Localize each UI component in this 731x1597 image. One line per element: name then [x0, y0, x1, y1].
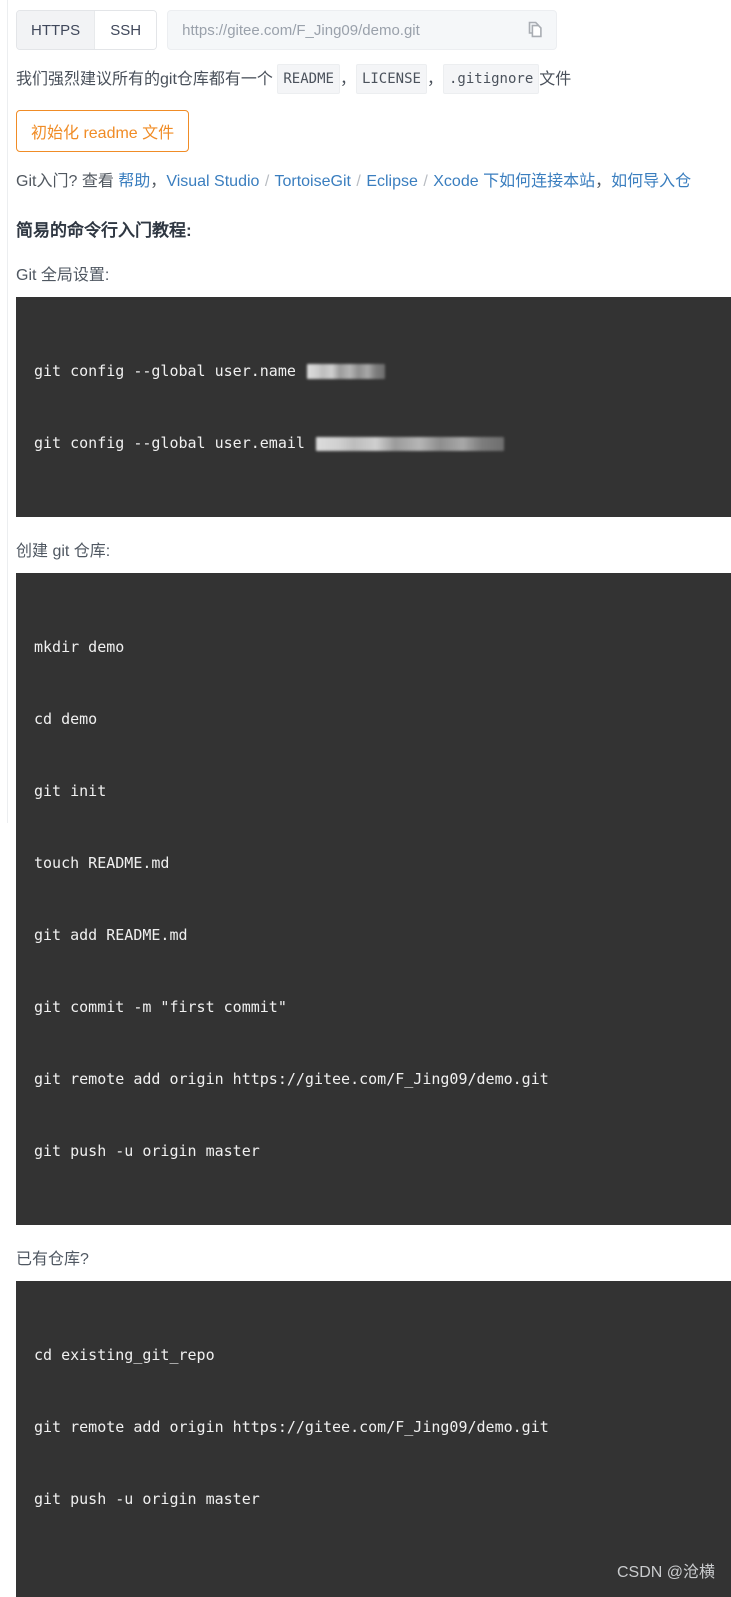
- code-line: mkdir demo: [34, 638, 125, 656]
- link-xcode[interactable]: Xcode: [433, 173, 478, 190]
- code-line: cd demo: [34, 710, 98, 728]
- code-line: git push -u origin master: [34, 1490, 260, 1508]
- code-block-existing-repo[interactable]: cd existing_git_repo git remote add orig…: [16, 1281, 731, 1597]
- redacted-email: [315, 436, 504, 451]
- section-label-global-settings: Git 全局设置:: [16, 267, 110, 284]
- link-tortoisegit[interactable]: TortoiseGit: [274, 173, 350, 190]
- intro-sep-3: /: [423, 173, 428, 190]
- code-text: git config --global user.email: [34, 434, 314, 452]
- intro-comma: ，: [150, 173, 167, 190]
- advisory-prefix: 我们强烈建议所有的git仓库都有一个: [16, 71, 273, 88]
- code-line: touch README.md: [34, 854, 170, 872]
- advisory-comma-2: ，: [426, 71, 443, 88]
- code-line: git remote add origin https://gitee.com/…: [34, 1418, 549, 1436]
- intro-sep-1: /: [264, 173, 270, 190]
- chip-readme: README: [277, 64, 340, 94]
- intro-view: 查看: [81, 173, 114, 190]
- link-eclipse[interactable]: Eclipse: [366, 173, 418, 190]
- help-link[interactable]: 帮助: [118, 173, 150, 190]
- watermark: CSDN @沧横: [616, 1564, 715, 1581]
- protocol-tab-https[interactable]: HTTPS: [17, 11, 95, 49]
- repo-file-advisory: 我们强烈建议所有的git仓库都有一个 README， LICENSE， .gitig…: [16, 64, 731, 94]
- import-repo-link[interactable]: 如何导入仓: [611, 173, 691, 190]
- code-line: git remote add origin https://gitee.com/…: [34, 1070, 549, 1088]
- clone-url-value: https://gitee.com/F_Jing09/demo.git: [182, 21, 420, 39]
- code-line: cd existing_git_repo: [34, 1346, 215, 1364]
- code-block-create-repo[interactable]: mkdir demo cd demo git init touch README…: [16, 573, 731, 1225]
- section-label-create-repo: 创建 git 仓库:: [16, 543, 111, 560]
- code-line: git config --global user.name: [34, 359, 715, 383]
- code-block-global-settings[interactable]: git config --global user.name git config…: [16, 297, 731, 517]
- code-line: git commit -m "first commit": [34, 998, 287, 1016]
- copy-icon[interactable]: [526, 20, 546, 40]
- page-title: 简易的命令行入门教程:: [16, 221, 192, 240]
- git-intro-line: Git入门? 查看 帮助，Visual Studio / TortoiseGit…: [16, 170, 731, 194]
- repo-clone-help-page: HTTPS SSH https://gitee.com/F_Jing09/dem…: [0, 0, 731, 1597]
- intro-tail-comma: ，: [595, 173, 612, 190]
- clone-bar: HTTPS SSH https://gitee.com/F_Jing09/dem…: [0, 0, 731, 50]
- code-line: git config --global user.email: [34, 431, 715, 455]
- code-line: git push -u origin master: [34, 1142, 260, 1160]
- chip-gitignore: .gitignore: [442, 64, 540, 94]
- section-label-existing-repo: 已有仓库?: [16, 1251, 89, 1268]
- intro-sep-2: /: [356, 173, 361, 190]
- advisory-suffix: 文件: [539, 71, 572, 88]
- connect-site-link[interactable]: 下如何连接本站: [483, 173, 595, 190]
- protocol-tab-ssh[interactable]: SSH: [94, 11, 157, 49]
- init-readme-button[interactable]: 初始化 readme 文件: [16, 110, 190, 152]
- clone-url-field[interactable]: https://gitee.com/F_Jing09/demo.git: [167, 10, 558, 50]
- link-visual-studio[interactable]: Visual Studio: [166, 173, 259, 190]
- code-line: git add README.md: [34, 926, 188, 944]
- code-line: git init: [34, 782, 107, 800]
- code-text: git config --global user.name: [34, 362, 305, 380]
- redacted-username: [306, 364, 385, 379]
- intro-lead: Git入门?: [16, 173, 78, 190]
- protocol-toggle-group[interactable]: HTTPS SSH: [16, 10, 158, 50]
- chip-license: LICENSE: [355, 64, 427, 94]
- advisory-comma-1: ，: [339, 71, 356, 88]
